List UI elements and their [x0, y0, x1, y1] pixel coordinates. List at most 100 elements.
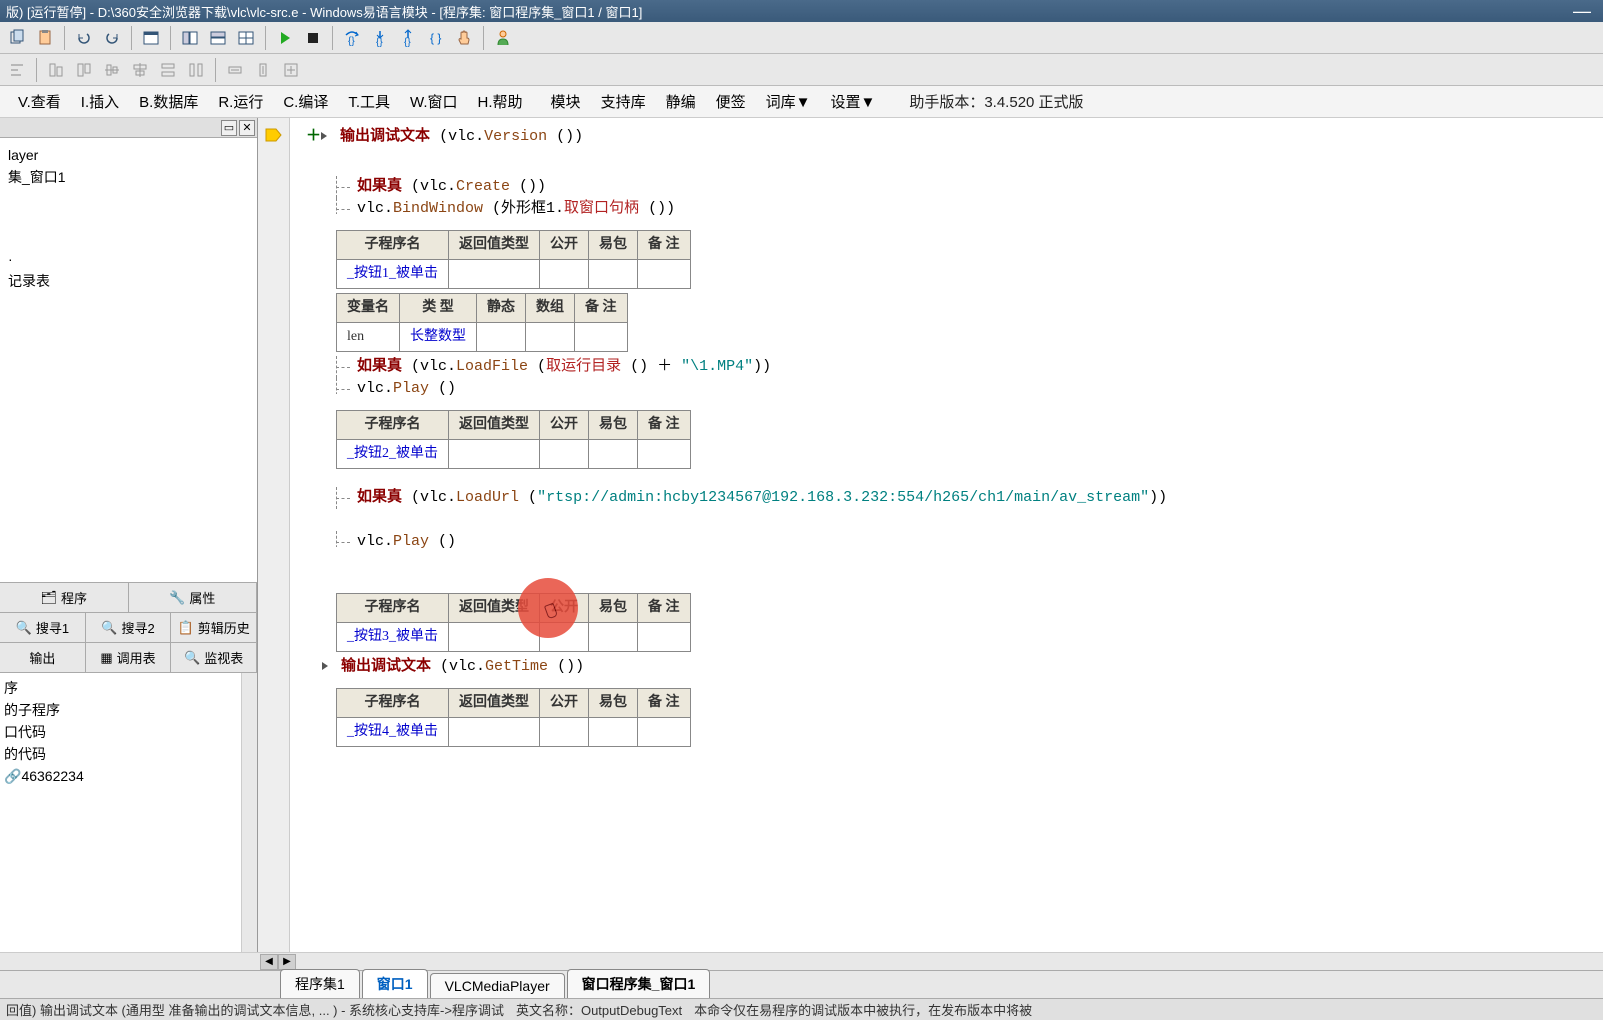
menu-support[interactable]: 支持库 — [591, 87, 656, 116]
collapse-icon[interactable] — [321, 132, 327, 140]
scroll-left-icon[interactable]: ◀ — [260, 954, 278, 970]
layout3-icon[interactable] — [233, 25, 259, 51]
menu-tool[interactable]: T.工具 — [338, 87, 400, 116]
copy-icon[interactable] — [4, 25, 30, 51]
table-cell[interactable] — [449, 718, 540, 747]
tree-node[interactable]: 集_窗口1 — [4, 166, 253, 188]
code-line[interactable]: vlc.Play () — [336, 531, 1587, 553]
align7-icon[interactable] — [183, 57, 209, 83]
hscrollbar[interactable]: ◀ ▶ — [0, 952, 1603, 970]
table-cell[interactable] — [449, 440, 540, 469]
align2-icon[interactable] — [43, 57, 69, 83]
minimize-button[interactable]: — — [1567, 1, 1597, 22]
tab-windowprogset[interactable]: 窗口程序集_窗口1 — [567, 969, 711, 998]
menu-view[interactable]: V.查看 — [8, 87, 71, 116]
table-cell[interactable] — [638, 440, 691, 469]
search-tab-1[interactable]: 🔍搜寻1 — [0, 613, 86, 642]
tab-vlcmediaplayer[interactable]: VLCMediaPlayer — [430, 973, 565, 998]
hand-icon[interactable] — [451, 25, 477, 51]
tab-programset1[interactable]: 程序集1 — [280, 969, 360, 998]
table-cell[interactable] — [589, 623, 638, 652]
menu-quiet[interactable]: 静编 — [656, 87, 706, 116]
outline-item[interactable]: 🔗46362234 — [4, 765, 253, 787]
calltable-tab[interactable]: ▦调用表 — [86, 643, 172, 672]
search-tab-2[interactable]: 🔍搜寻2 — [86, 613, 172, 642]
code-line[interactable]: 如果真 (vlc.LoadUrl ("rtsp://admin:hcby1234… — [336, 487, 1587, 509]
align4-icon[interactable] — [99, 57, 125, 83]
align5-icon[interactable] — [127, 57, 153, 83]
menu-note[interactable]: 便签 — [706, 87, 756, 116]
tree-node[interactable]: layer — [4, 144, 253, 166]
table-cell[interactable]: _按钮4_被单击 — [337, 718, 449, 747]
table-cell[interactable] — [638, 623, 691, 652]
menu-compile[interactable]: C.编译 — [273, 87, 338, 116]
table-cell[interactable] — [449, 260, 540, 289]
outline-item[interactable]: 口代码 — [4, 721, 253, 743]
variable-table[interactable]: 变量名类 型静态数组备 注 len长整数型 — [336, 293, 628, 352]
menu-window[interactable]: W.窗口 — [400, 87, 468, 116]
size3-icon[interactable] — [278, 57, 304, 83]
prop-tab-attr[interactable]: 🔧属性 — [129, 583, 258, 612]
braces-icon[interactable]: { } — [423, 25, 449, 51]
menu-insert[interactable]: I.插入 — [71, 87, 129, 116]
subroutine-table[interactable]: 子程序名返回值类型公开易包备 注 _按钮3_被单击 — [336, 593, 691, 652]
table-cell[interactable] — [540, 623, 589, 652]
code-line[interactable]: 如果真 (vlc.Create ()) — [336, 176, 1587, 198]
collapse-icon[interactable] — [322, 662, 328, 670]
subroutine-table[interactable]: 子程序名返回值类型公开易包备 注 _按钮4_被单击 — [336, 688, 691, 747]
code-line[interactable]: 输出调试文本 (vlc.GetTime ()) — [322, 656, 1587, 678]
stepout-icon[interactable]: {} — [395, 25, 421, 51]
table-cell[interactable] — [477, 323, 526, 352]
outline-list[interactable]: 序 的子程序 口代码 的代码 🔗46362234 — [0, 672, 257, 952]
table-cell[interactable] — [575, 323, 628, 352]
table-cell[interactable] — [449, 623, 540, 652]
run-icon[interactable] — [272, 25, 298, 51]
tree-node[interactable]: 记录表 — [4, 270, 253, 292]
align3-icon[interactable] — [71, 57, 97, 83]
project-tree[interactable]: layer 集_窗口1 · 记录表 — [0, 138, 257, 582]
menu-settings[interactable]: 设置▼ — [820, 87, 885, 116]
table-cell[interactable] — [638, 718, 691, 747]
menu-dict[interactable]: 词库▼ — [756, 87, 821, 116]
code-body[interactable]: ＋ 输出调试文本 (vlc.Version ()) 如果真 (vlc.Creat… — [290, 118, 1603, 952]
code-line[interactable]: 如果真 (vlc.LoadFile (取运行目录 () ＋ "\1.MP4")) — [336, 356, 1587, 378]
stepover-icon[interactable]: {} — [339, 25, 365, 51]
outline-item[interactable]: 序 — [4, 677, 253, 699]
table-cell[interactable]: _按钮3_被单击 — [337, 623, 449, 652]
subroutine-table[interactable]: 子程序名返回值类型公开易包备 注 _按钮2_被单击 — [336, 410, 691, 469]
table-cell[interactable] — [638, 260, 691, 289]
code-line[interactable]: ＋ 输出调试文本 (vlc.Version ()) — [306, 126, 1587, 148]
tab-window1[interactable]: 窗口1 — [362, 969, 428, 998]
menu-help[interactable]: H.帮助 — [468, 87, 533, 116]
size1-icon[interactable] — [222, 57, 248, 83]
table-cell[interactable] — [526, 323, 575, 352]
close-icon[interactable]: ✕ — [239, 120, 255, 136]
layout1-icon[interactable] — [177, 25, 203, 51]
align1-icon[interactable] — [4, 57, 30, 83]
pin-icon[interactable]: ▭ — [221, 120, 237, 136]
table-cell[interactable] — [589, 260, 638, 289]
layout2-icon[interactable] — [205, 25, 231, 51]
outline-item[interactable]: 的子程序 — [4, 699, 253, 721]
watch-tab[interactable]: 🔍监视表 — [171, 643, 257, 672]
menu-module[interactable]: 模块 — [541, 87, 591, 116]
prop-tab-program[interactable]: 🗂程序 — [0, 583, 129, 612]
clip-history-tab[interactable]: 📋剪辑历史 — [171, 613, 257, 642]
table-cell[interactable] — [589, 718, 638, 747]
undo-icon[interactable] — [71, 25, 97, 51]
redo-icon[interactable] — [99, 25, 125, 51]
output-tab[interactable]: 输出 — [0, 643, 86, 672]
code-editor[interactable]: ＋ 输出调试文本 (vlc.Version ()) 如果真 (vlc.Creat… — [258, 118, 1603, 952]
scroll-right-icon[interactable]: ▶ — [278, 954, 296, 970]
tree-node[interactable]: · — [4, 248, 253, 270]
table-cell[interactable]: _按钮1_被单击 — [337, 260, 449, 289]
paste-icon[interactable] — [32, 25, 58, 51]
scrollbar[interactable] — [241, 673, 257, 952]
size2-icon[interactable] — [250, 57, 276, 83]
table-cell[interactable] — [540, 260, 589, 289]
table-cell[interactable]: len — [337, 323, 400, 352]
person-icon[interactable] — [490, 25, 516, 51]
table-cell[interactable]: _按钮2_被单击 — [337, 440, 449, 469]
align6-icon[interactable] — [155, 57, 181, 83]
menu-run[interactable]: R.运行 — [208, 87, 273, 116]
